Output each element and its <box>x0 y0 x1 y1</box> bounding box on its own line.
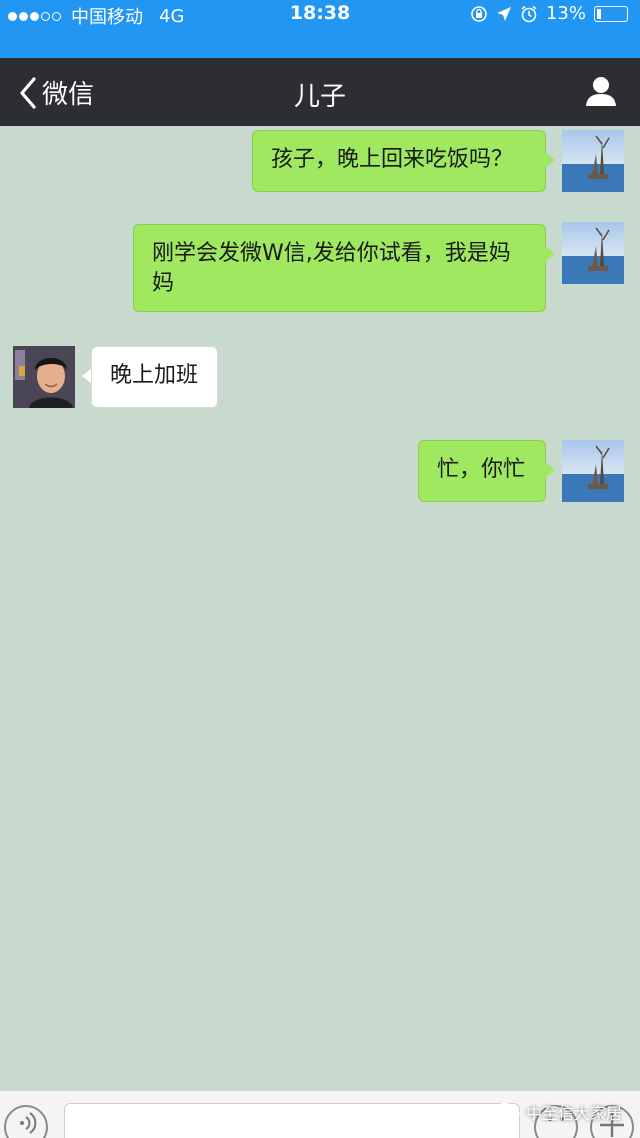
message-bubble[interactable]: 孩子，晚上回来吃饭吗？ <box>252 130 546 192</box>
bubble-tail <box>545 462 555 478</box>
chat-screen: 中国移动 4G 18:38 13% 微信 儿子 孩子，晚上回来吃饭吗？ 刚学会发… <box>0 0 640 1138</box>
message-input[interactable] <box>64 1103 520 1138</box>
lake-tree-avatar-icon <box>562 445 624 502</box>
message-bubble[interactable]: 刚学会发微W信,发给你试看，我是妈妈 <box>133 224 546 312</box>
message-bubble[interactable]: 忙，你忙 <box>418 440 546 502</box>
message-row: 刚学会发微W信,发给你试看，我是妈妈 <box>0 222 640 318</box>
rotation-lock-icon <box>471 5 487 22</box>
chat-title: 儿子 <box>293 82 346 112</box>
lake-tree-avatar-icon <box>562 135 624 192</box>
message-row: 忙，你忙 <box>0 438 640 508</box>
wechat-logo-icon <box>496 1102 520 1121</box>
nav-bar: 微信 儿子 <box>0 58 640 126</box>
battery-icon <box>594 5 628 22</box>
avatar-me[interactable] <box>562 130 624 192</box>
message-text: 刚学会发微W信,发给你试看，我是妈妈 <box>152 241 511 296</box>
person-photo-avatar-icon <box>13 346 75 408</box>
voice-icon <box>20 1112 37 1134</box>
voice-button[interactable] <box>4 1105 48 1138</box>
message-row: 孩子，晚上回来吃饭吗？ <box>0 126 640 196</box>
message-text: 晚上加班 <box>110 363 199 388</box>
network-banner <box>0 28 640 58</box>
avatar-me[interactable] <box>562 440 624 502</box>
profile-icon[interactable] <box>584 74 618 108</box>
avatar-me[interactable] <box>562 222 624 284</box>
message-text: 忙，你忙 <box>437 457 526 482</box>
lake-tree-avatar-icon <box>562 227 624 284</box>
chat-area: 孩子，晚上回来吃饭吗？ 刚学会发微W信,发给你试看，我是妈妈 晚上加班 忙，你忙 <box>0 126 640 1090</box>
status-bar: 中国移动 4G 18:38 13% <box>0 0 640 28</box>
message-bubble[interactable]: 晚上加班 <box>91 346 218 408</box>
location-icon <box>496 6 511 21</box>
alarm-icon <box>521 5 537 22</box>
watermark: 中至信大家居 <box>496 1100 622 1124</box>
bubble-tail <box>545 246 555 262</box>
bubble-tail <box>545 152 555 168</box>
avatar-son[interactable] <box>13 346 75 408</box>
battery-percent: 13% <box>545 3 586 24</box>
message-row: 晚上加班 <box>0 344 640 414</box>
status-right: 13% <box>470 3 628 24</box>
message-text: 孩子，晚上回来吃饭吗？ <box>271 147 514 172</box>
watermark-text: 中至信大家居 <box>525 1104 622 1123</box>
